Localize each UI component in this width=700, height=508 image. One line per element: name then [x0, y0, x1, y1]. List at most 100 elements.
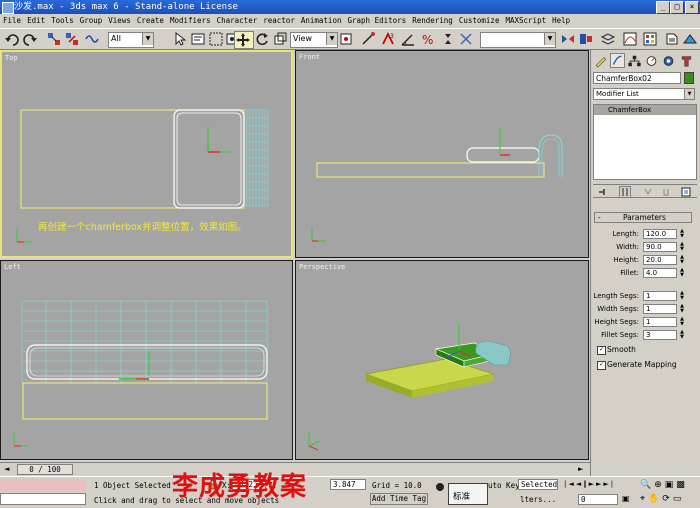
fillet-segs-spinner[interactable]: ▲ ▼	[678, 330, 686, 340]
ime-status-panel[interactable]: 标准	[448, 483, 488, 505]
configure-modifier-sets-icon[interactable]	[681, 187, 691, 197]
add-time-tag-button[interactable]: Add Time Tag	[370, 493, 428, 505]
height-segs-field[interactable]: 1	[643, 317, 677, 327]
menu-customize[interactable]: Customize	[456, 14, 503, 28]
bind-space-warp-icon[interactable]	[84, 31, 100, 47]
length-spinner[interactable]: ▲ ▼	[678, 229, 686, 239]
percent-snap-icon[interactable]: %	[420, 31, 436, 47]
generate-mapping-checkbox[interactable]: ✓	[597, 361, 606, 370]
select-and-scale-icon[interactable]	[272, 31, 288, 47]
time-slider-thumb[interactable]: 0 / 100	[17, 464, 73, 475]
width-segs-spinner[interactable]: ▲ ▼	[678, 304, 686, 314]
viewport-left[interactable]: Left	[0, 260, 293, 460]
key-mode-icon[interactable]	[436, 483, 444, 491]
current-frame-field[interactable]: 0	[578, 494, 618, 505]
width-spinner[interactable]: ▲ ▼	[678, 242, 686, 252]
show-end-result-icon[interactable]	[619, 186, 631, 198]
object-color-swatch[interactable]	[684, 72, 694, 84]
smooth-checkbox[interactable]: ✓	[597, 346, 606, 355]
make-unique-icon[interactable]	[643, 187, 653, 197]
maximize-button[interactable]: □	[670, 1, 684, 14]
select-manipulate-icon[interactable]	[360, 31, 376, 47]
maxscript-listener-mini[interactable]	[0, 479, 86, 491]
modify-tab-icon[interactable]	[610, 53, 625, 68]
playback-controls-icon[interactable]: |◄◄‖►►►|	[564, 480, 615, 488]
menu-edit[interactable]: Edit	[24, 14, 48, 28]
create-tab-icon[interactable]	[593, 54, 608, 68]
app-icon[interactable]	[2, 2, 14, 14]
menu-graph-editors[interactable]: Graph Editors	[344, 14, 409, 28]
maxscript-input[interactable]	[0, 493, 86, 505]
z-coordinate-field[interactable]: 3.847	[330, 479, 366, 490]
utilities-tab-icon[interactable]	[679, 54, 694, 68]
close-button[interactable]: ×	[685, 1, 699, 14]
motion-tab-icon[interactable]	[644, 54, 659, 68]
menu-create[interactable]: Create	[134, 14, 167, 28]
selection-filter-dropdown[interactable]: All ▼	[108, 32, 154, 48]
viewport-pan-orbit-icon[interactable]: ⌖✋⟳▭	[640, 494, 684, 504]
fillet-spinner[interactable]: ▲ ▼	[678, 268, 686, 278]
curve-editor-icon[interactable]	[622, 31, 638, 47]
viewport-front[interactable]: Front	[295, 50, 589, 258]
time-config-icon[interactable]: ▣	[622, 494, 630, 503]
previous-frame-icon[interactable]: ◄	[4, 465, 9, 473]
auto-key-button[interactable]: uto Key	[488, 481, 518, 490]
viewport-navigation-icon[interactable]: 🔍⊕▣▩	[640, 480, 688, 490]
spinner-snap-icon[interactable]	[440, 31, 456, 47]
named-selection-sets-icon[interactable]	[458, 31, 474, 47]
hierarchy-tab-icon[interactable]	[627, 54, 642, 68]
parameters-rollout-header[interactable]: - Parameters	[594, 212, 692, 223]
undo-icon[interactable]	[4, 31, 20, 47]
viewport-top[interactable]: Top 再创建一个chamferbox并调整位置，效果如图。	[0, 50, 293, 258]
menu-reactor[interactable]: reactor	[260, 14, 298, 28]
select-by-name-icon[interactable]	[190, 31, 206, 47]
select-and-rotate-icon[interactable]	[254, 31, 270, 47]
height-segs-spinner[interactable]: ▲ ▼	[678, 317, 686, 327]
pin-stack-icon[interactable]	[597, 187, 607, 197]
menu-animation[interactable]: Animation	[298, 14, 345, 28]
pivot-center-icon[interactable]	[338, 31, 354, 47]
menu-help[interactable]: Help	[549, 14, 573, 28]
width-segs-field[interactable]: 1	[643, 304, 677, 314]
viewport-perspective[interactable]: Perspective	[295, 260, 589, 460]
menu-modifiers[interactable]: Modifiers	[167, 14, 214, 28]
length-field[interactable]: 120.0	[643, 229, 677, 239]
fillet-segs-field[interactable]: 3	[643, 330, 677, 340]
align-icon[interactable]	[578, 31, 594, 47]
menu-rendering[interactable]: Rendering	[409, 14, 456, 28]
stack-item-chamferbox[interactable]: ChamferBox	[594, 105, 696, 115]
height-field[interactable]: 20.0	[643, 255, 677, 265]
modifier-stack[interactable]: ChamferBox	[593, 104, 697, 180]
key-filter-dropdown[interactable]: Selected	[518, 479, 558, 490]
quick-render-icon[interactable]	[682, 31, 698, 47]
named-selection-dropdown[interactable]: ▼	[480, 32, 556, 48]
height-spinner[interactable]: ▲ ▼	[678, 255, 686, 265]
width-field[interactable]: 90.0	[643, 242, 677, 252]
menu-views[interactable]: Views	[105, 14, 134, 28]
layer-manager-icon[interactable]	[600, 31, 616, 47]
menu-group[interactable]: Group	[77, 14, 106, 28]
menu-tools[interactable]: Tools	[48, 14, 77, 28]
snap-3d-icon[interactable]: 3	[380, 31, 396, 47]
minimize-button[interactable]: _	[656, 1, 670, 14]
reference-coordinate-dropdown[interactable]: View ▼	[290, 32, 338, 48]
mirror-icon[interactable]	[560, 31, 576, 47]
key-filters-button[interactable]: lters...	[520, 495, 556, 504]
material-editor-icon[interactable]	[642, 31, 658, 47]
length-segs-spinner[interactable]: ▲ ▼	[678, 291, 686, 301]
select-and-move-icon[interactable]	[234, 31, 254, 49]
next-frame-icon[interactable]: ►	[578, 465, 583, 473]
render-scene-icon[interactable]	[664, 31, 680, 47]
object-name-field[interactable]: ChamferBox02	[593, 72, 681, 84]
display-tab-icon[interactable]	[661, 54, 676, 68]
modifier-list-dropdown[interactable]: Modifier List ▼	[593, 88, 695, 100]
rectangular-selection-icon[interactable]	[208, 31, 224, 47]
menu-file[interactable]: File	[0, 14, 24, 28]
unlink-icon[interactable]	[64, 31, 80, 47]
redo-icon[interactable]	[22, 31, 38, 47]
menu-maxscript[interactable]: MAXScript	[502, 14, 549, 28]
remove-modifier-icon[interactable]	[661, 187, 671, 197]
angle-snap-icon[interactable]	[400, 31, 416, 47]
select-and-link-icon[interactable]	[46, 31, 62, 47]
menu-character[interactable]: Character	[214, 14, 261, 28]
